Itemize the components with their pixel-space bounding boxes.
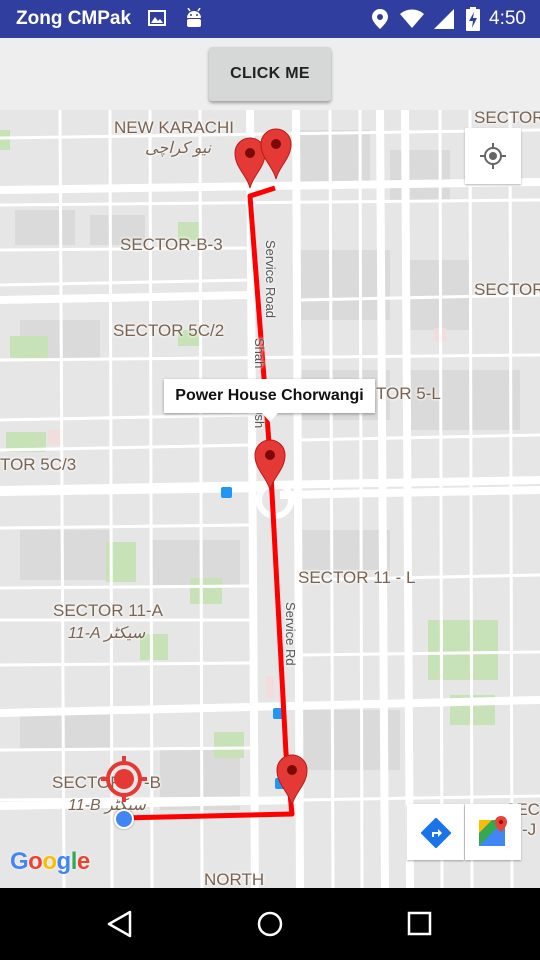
google-maps-icon: [478, 815, 510, 854]
area-label-edge-top-right: SECTOR: [474, 110, 540, 127]
map-canvas: [0, 110, 540, 888]
area-label-sector-11l: SECTOR 11 - L: [298, 568, 416, 587]
my-location-dot: [114, 809, 134, 829]
navigation-bar: [0, 888, 540, 960]
area-label-edge-bottom-right-b: -J: [522, 820, 537, 839]
area-label-sector-11a-urdu: 11-A سیکٹر: [68, 625, 146, 642]
map-marker-selected[interactable]: [253, 437, 287, 491]
map-marker[interactable]: [275, 752, 309, 806]
google-logo-letter: G: [10, 848, 29, 875]
area-label-sector-5c3: TOR 5C/3: [0, 455, 77, 474]
carrier-name: Zong CMPak: [16, 8, 132, 29]
map-marker[interactable]: [259, 126, 293, 180]
directions-button[interactable]: [407, 804, 464, 860]
click-me-button[interactable]: CLICK ME: [209, 47, 331, 101]
image-icon: [147, 8, 167, 33]
recents-icon[interactable]: [407, 911, 433, 942]
crosshair-icon: [479, 142, 507, 175]
wifi-icon: [399, 9, 425, 34]
clock: 4:50: [489, 8, 526, 29]
android-icon: [184, 7, 204, 35]
back-icon[interactable]: [106, 910, 134, 943]
google-logo-letter: e: [76, 848, 90, 875]
road-label-shah-1: Shah: [252, 338, 267, 369]
home-icon[interactable]: [256, 910, 284, 943]
area-label-edge-mid-right: SECTOR: [474, 280, 540, 299]
road-label-service-rd: Service Rd: [283, 602, 298, 666]
area-label-new-karachi: NEW KARACHI: [114, 118, 234, 137]
google-logo: Google: [10, 848, 90, 876]
directions-icon: [420, 817, 452, 853]
info-window-tail: [262, 413, 278, 422]
my-location-button[interactable]: [465, 128, 521, 184]
google-logo-letter: o: [42, 848, 57, 875]
open-in-maps-button[interactable]: [465, 804, 521, 860]
google-logo-letter: g: [56, 848, 72, 875]
signal-icon: [432, 8, 456, 35]
google-logo-letter: o: [28, 848, 43, 875]
status-bar: Zong CMPak 4:50: [0, 0, 540, 38]
area-label-north: NORTH: [204, 870, 265, 888]
target-marker-icon[interactable]: [101, 756, 147, 802]
area-label-sector-5c2: SECTOR 5C/2: [113, 321, 225, 340]
marker-info-window[interactable]: Power House Chorwangi: [164, 379, 375, 413]
map-view[interactable]: NEW KARACHI نیو کراچی SECTOR SECTOR-B-3 …: [0, 110, 540, 888]
battery-charging-icon: [466, 7, 480, 36]
area-label-sector-b3: SECTOR-B-3: [120, 235, 223, 254]
road-label-service-road: Service Road: [263, 240, 278, 319]
area-label-new-karachi-urdu: نیو کراچی: [145, 140, 212, 157]
area-label-sector-11a: SECTOR 11-A: [53, 601, 163, 620]
location-icon: [371, 8, 389, 35]
